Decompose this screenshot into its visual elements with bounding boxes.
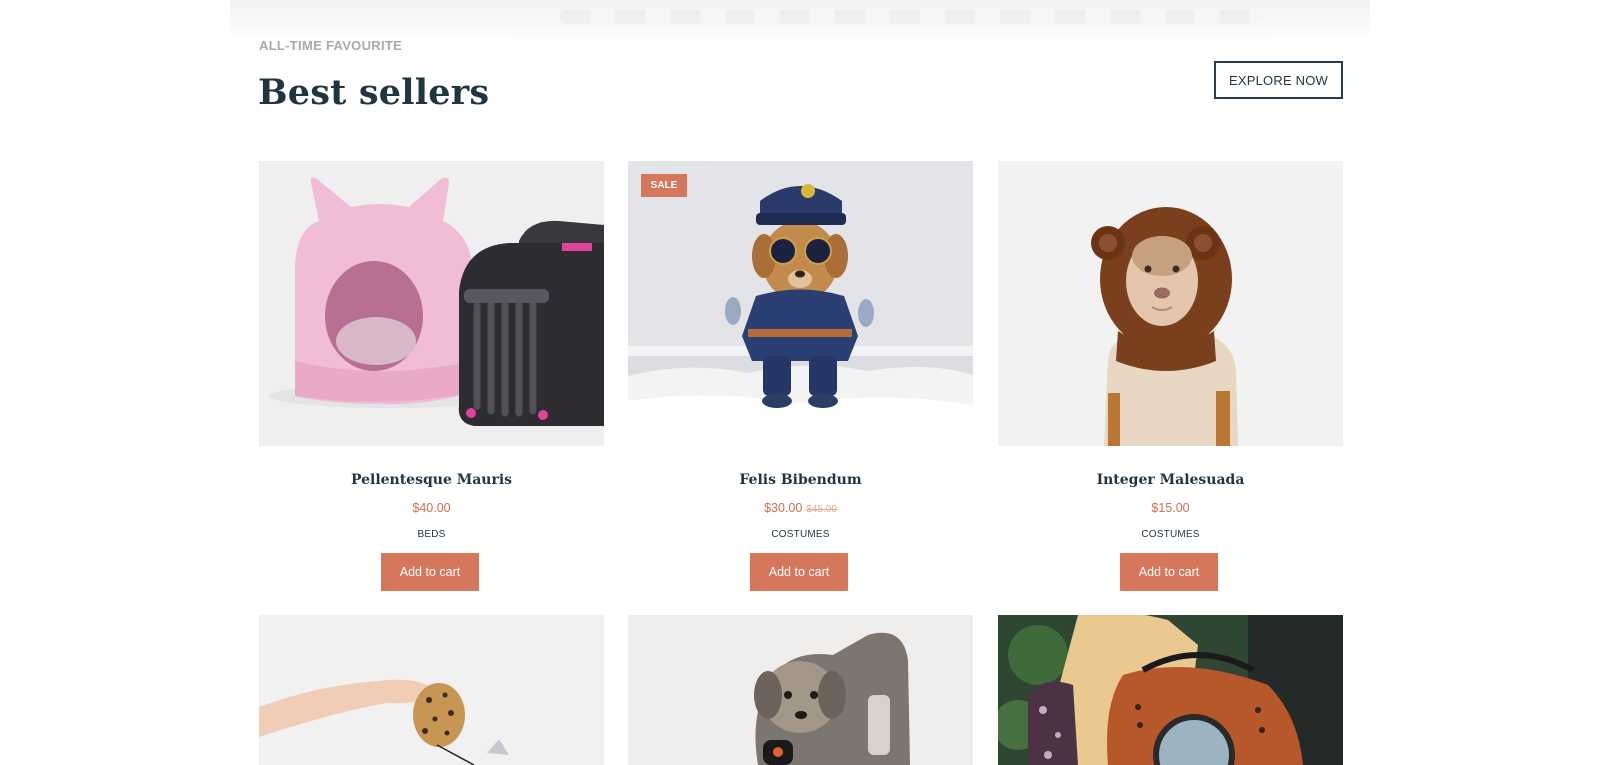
product-name[interactable]: Pellentesque Mauris [259, 472, 604, 488]
product-category[interactable]: COSTUMES [998, 529, 1343, 540]
product-name[interactable]: Felis Bibendum [628, 472, 973, 488]
current-price: $40.00 [412, 501, 451, 515]
product-card[interactable]: SALE Felis Bibendum $30.00 $45.00 COSTUME… [628, 161, 973, 591]
product-price: $40.00 [259, 501, 604, 515]
product-image[interactable] [628, 615, 973, 765]
product-image[interactable] [998, 161, 1343, 446]
add-to-cart-button[interactable]: Add to cart [750, 553, 848, 591]
product-image[interactable] [259, 615, 604, 765]
add-to-cart-button[interactable]: Add to cart [381, 553, 479, 591]
product-category[interactable]: COSTUMES [628, 529, 973, 540]
product-card[interactable]: Integer Malesuada $15.00 COSTUMES Add to… [998, 161, 1343, 591]
product-price: $15.00 [998, 501, 1343, 515]
product-name[interactable]: Integer Malesuada [998, 472, 1343, 488]
product-image[interactable]: SALE [628, 161, 973, 446]
product-price: $30.00 $45.00 [628, 501, 973, 515]
product-image[interactable] [998, 615, 1343, 765]
product-image[interactable] [259, 161, 604, 446]
current-price: $15.00 [1151, 501, 1190, 515]
product-category[interactable]: BEDS [259, 529, 604, 540]
add-to-cart-button[interactable]: Add to cart [1120, 553, 1218, 591]
sale-badge: SALE [641, 174, 687, 197]
section-title: Best sellers [258, 72, 490, 113]
product-card[interactable]: Pellentesque Mauris $40.00 BEDS Add to c… [259, 161, 604, 591]
old-price: $45.00 [806, 504, 837, 515]
section-eyebrow: ALL-TIME FAVOURITE [259, 38, 403, 53]
explore-now-button[interactable]: EXPLORE NOW [1214, 61, 1343, 99]
previous-section-fade [230, 0, 1370, 42]
current-price: $30.00 [764, 501, 803, 515]
